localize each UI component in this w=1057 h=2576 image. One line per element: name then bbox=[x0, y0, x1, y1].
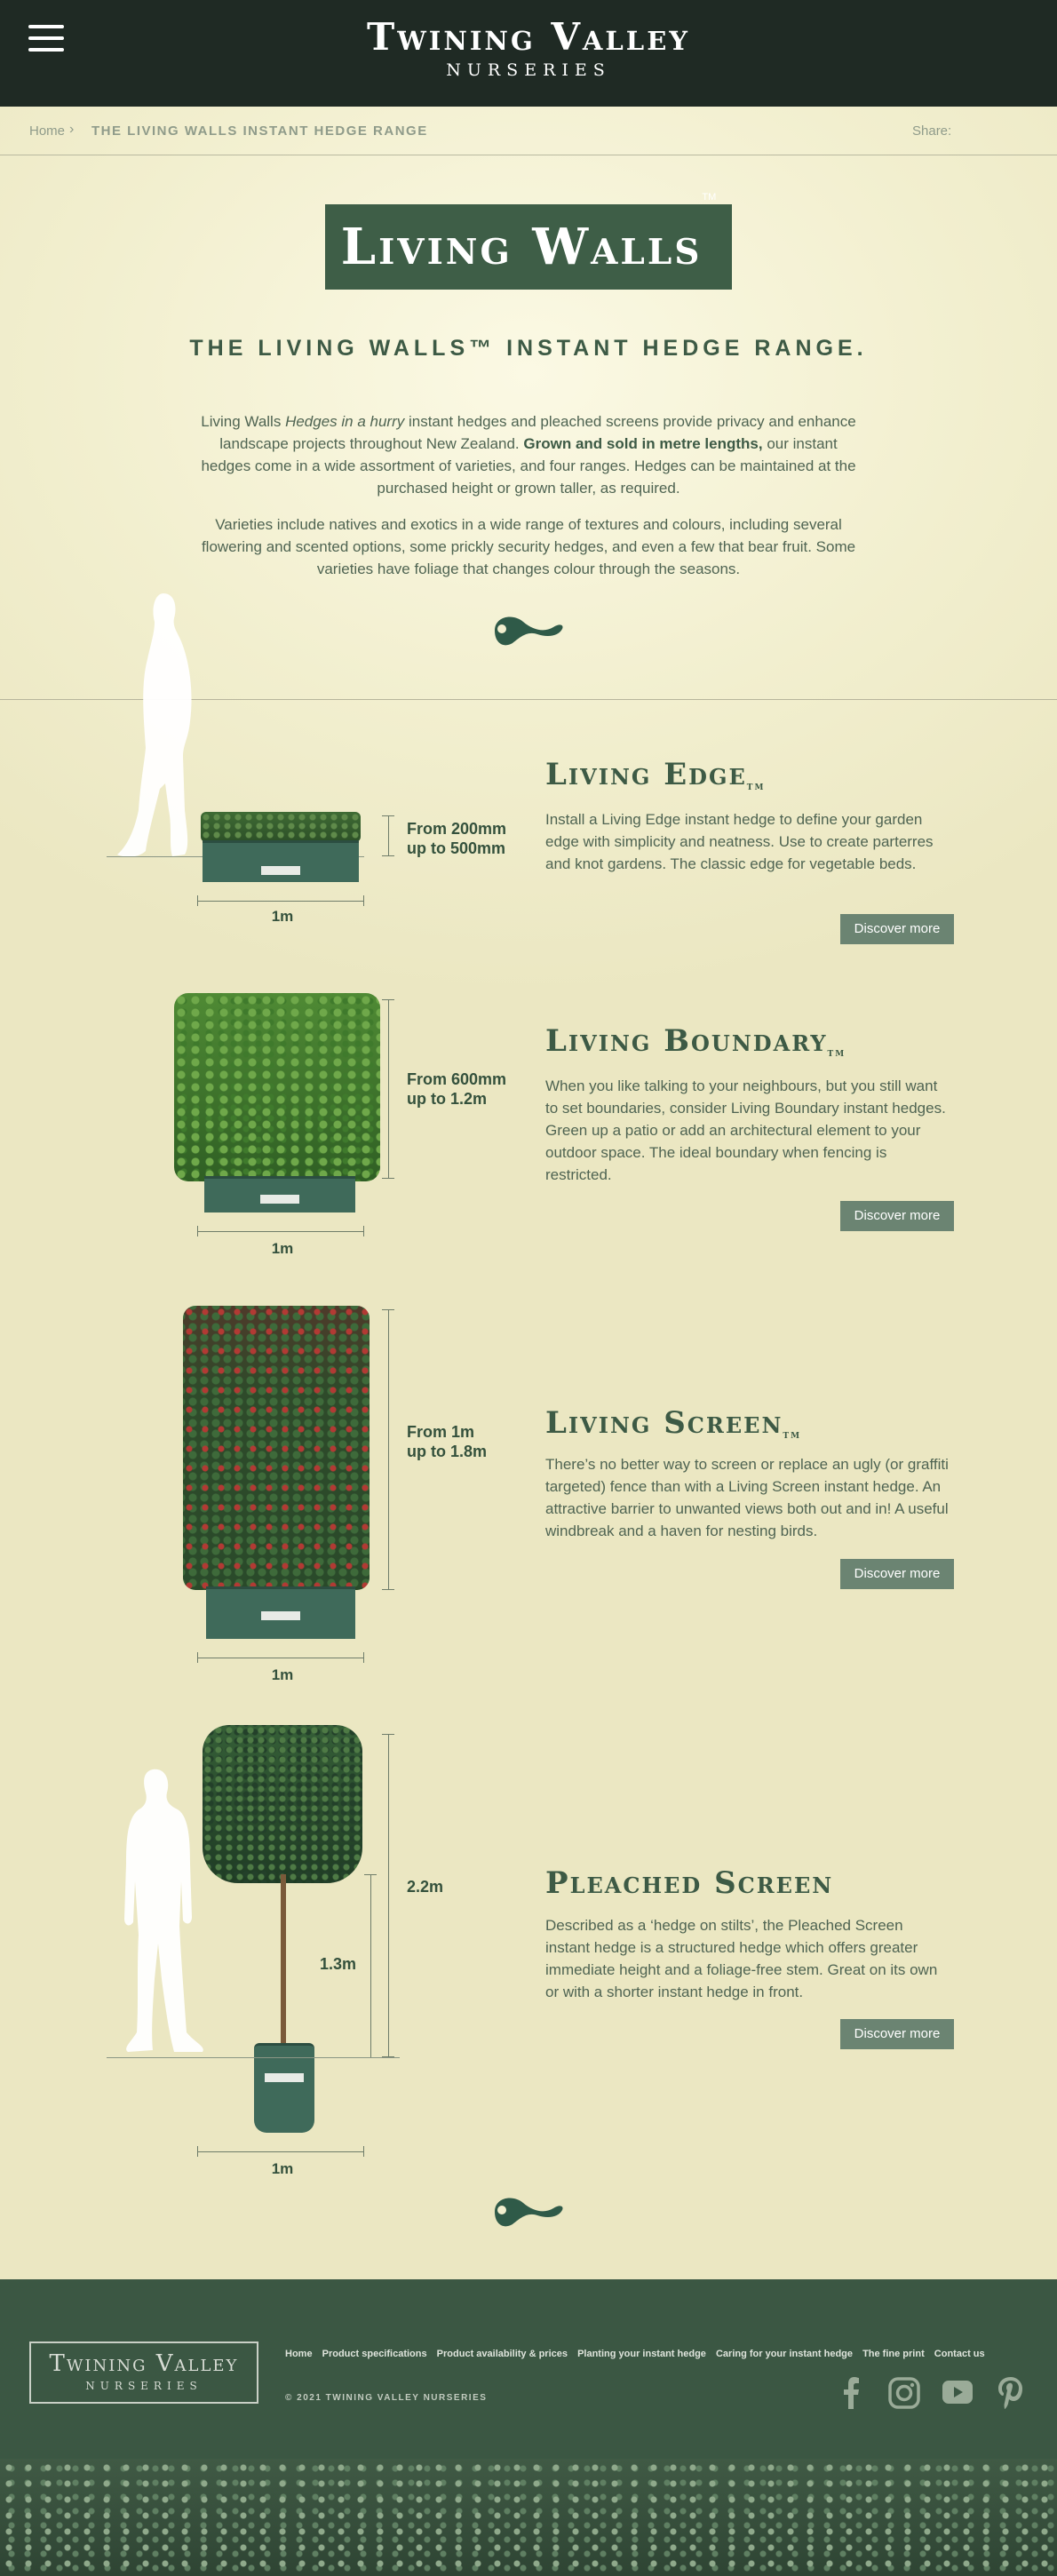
person-silhouette-icon bbox=[124, 1769, 203, 2052]
living-edge-planter bbox=[203, 840, 359, 882]
dimension-cap bbox=[382, 2056, 394, 2057]
dimension-cap bbox=[364, 1874, 377, 1875]
living-edge-height-label: From 200mm up to 500mm bbox=[407, 820, 507, 857]
pleached-screen-title: Pleached Screen bbox=[545, 1865, 834, 1901]
dimension-cap bbox=[363, 2146, 364, 2157]
footer-link-fine-print[interactable]: The fine print bbox=[862, 2349, 925, 2359]
living-edge-discover-button[interactable]: Discover more bbox=[840, 914, 954, 944]
dimension-cap bbox=[197, 1652, 198, 1663]
dimension-cap bbox=[382, 815, 394, 816]
pleached-screen-canopy-image bbox=[203, 1725, 362, 1883]
dimension-cap bbox=[363, 1226, 364, 1236]
footer-link-product-specifications[interactable]: Product specifications bbox=[322, 2349, 427, 2359]
footer-logo[interactable]: Twining Valley NURSERIES bbox=[29, 2341, 258, 2404]
banner-title: Living Walls bbox=[340, 218, 703, 276]
pleached-screen-description: Described as a ‘hedge on stilts’, the Pl… bbox=[545, 1917, 938, 2000]
swirl-ornament-icon bbox=[495, 616, 563, 646]
width-dimension-line bbox=[197, 901, 364, 902]
dimension-cap bbox=[197, 1226, 198, 1236]
footer-link-availability-prices[interactable]: Product availability & prices bbox=[437, 2349, 568, 2359]
living-boundary-title: Living BoundaryTM bbox=[545, 1023, 846, 1059]
height-dimension-line bbox=[388, 815, 389, 856]
copyright-text: © 2021 TWINING VALLEY NURSERIES bbox=[285, 2393, 488, 2403]
intro-text: Living Walls Hedges in a hurry instant h… bbox=[195, 410, 862, 594]
logo-sub-text: NURSERIES bbox=[446, 60, 611, 80]
planter-tag bbox=[261, 866, 300, 875]
dimension-cap bbox=[382, 1178, 394, 1179]
living-boundary-discover-button[interactable]: Discover more bbox=[840, 1201, 954, 1231]
planter-tag bbox=[265, 2073, 304, 2082]
footer-hedge-image bbox=[0, 2459, 1057, 2576]
living-edge-description: Install a Living Edge instant hedge to d… bbox=[545, 811, 934, 872]
living-screen-hedge-image bbox=[183, 1306, 370, 1590]
living-screen-width-label: 1m bbox=[271, 1666, 294, 1683]
pleached-total-height-label: 2.2m bbox=[407, 1878, 444, 1896]
dimension-cap bbox=[197, 2146, 198, 2157]
living-walls-banner: Living Walls TM bbox=[325, 192, 732, 290]
intro-paragraph-2: Varieties include natives and exotics in… bbox=[201, 516, 856, 577]
living-boundary-hedge-image bbox=[174, 993, 380, 1181]
planter-tag bbox=[261, 1611, 300, 1620]
dimension-cap bbox=[382, 1734, 394, 1735]
banner-tm: TM bbox=[702, 192, 717, 203]
living-screen-description: There’s no better way to screen or repla… bbox=[545, 1456, 949, 1539]
dimension-cap bbox=[382, 1589, 394, 1590]
footer-nav: Home Product specifications Product avai… bbox=[285, 2349, 992, 2359]
footer-link-contact[interactable]: Contact us bbox=[934, 2349, 985, 2359]
width-dimension-line bbox=[197, 1231, 364, 1232]
breadcrumb: Home › THE LIVING WALLS INSTANT HEDGE RA… bbox=[0, 107, 1057, 155]
planter-tag bbox=[260, 1195, 299, 1204]
height-dimension-line bbox=[388, 1734, 389, 2057]
breadcrumb-current: THE LIVING WALLS INSTANT HEDGE RANGE bbox=[91, 123, 428, 139]
height-dimension-line bbox=[388, 1309, 389, 1590]
site-logo[interactable]: Twining Valley NURSERIES bbox=[351, 16, 706, 82]
breadcrumb-separator: › bbox=[69, 122, 75, 137]
person-silhouette-icon bbox=[117, 593, 192, 857]
footer-link-caring[interactable]: Caring for your instant hedge bbox=[716, 2349, 853, 2359]
footer-logo-sub-text: NURSERIES bbox=[85, 2380, 203, 2392]
breadcrumb-home-link[interactable]: Home bbox=[29, 123, 65, 139]
footer-logo-main-text: Twining Valley bbox=[49, 2350, 239, 2377]
pleached-stem-height-label: 1.3m bbox=[320, 1955, 357, 1973]
pleached-screen-discover-button[interactable]: Discover more bbox=[840, 2019, 954, 2049]
living-edge-hedge-image bbox=[201, 812, 361, 842]
pinterest-icon[interactable] bbox=[998, 2377, 1023, 2409]
living-boundary-width-label: 1m bbox=[271, 1240, 294, 1257]
share-label: Share: bbox=[912, 123, 952, 139]
swirl-ornament-icon bbox=[495, 2198, 563, 2227]
stem-height-dimension-line bbox=[370, 1874, 371, 2057]
site-header: Twining Valley NURSERIES bbox=[0, 0, 1057, 107]
logo-main-text: Twining Valley bbox=[366, 15, 691, 59]
dimension-cap bbox=[382, 999, 394, 1000]
page: Twining Valley NURSERIES Home › THE LIVI… bbox=[0, 0, 1057, 2576]
dimension-cap bbox=[363, 895, 364, 906]
hamburger-menu-icon[interactable] bbox=[28, 25, 64, 52]
living-edge-title: Living EdgeTM bbox=[545, 757, 766, 792]
dimension-cap bbox=[382, 1309, 394, 1310]
dimension-cap bbox=[382, 855, 394, 856]
height-dimension-line bbox=[388, 999, 389, 1179]
youtube-icon[interactable] bbox=[942, 2381, 973, 2404]
living-screen-title: Living ScreenTM bbox=[545, 1405, 802, 1441]
page-title: THE LIVING WALLS™ INSTANT HEDGE RANGE. bbox=[189, 336, 868, 361]
living-screen-discover-button[interactable]: Discover more bbox=[840, 1559, 954, 1589]
living-boundary-height-label: From 600mm up to 1.2m bbox=[407, 1070, 507, 1108]
dimension-cap bbox=[197, 895, 198, 906]
pleached-screen-stem bbox=[281, 1874, 286, 2048]
footer-link-home[interactable]: Home bbox=[285, 2349, 313, 2359]
width-dimension-line bbox=[197, 2151, 364, 2152]
ground-line bbox=[107, 2057, 400, 2058]
footer-link-planting[interactable]: Planting your instant hedge bbox=[577, 2349, 706, 2359]
dimension-cap bbox=[363, 1652, 364, 1663]
living-screen-height-label: From 1m up to 1.8m bbox=[407, 1423, 488, 1460]
living-edge-width-label: 1m bbox=[271, 908, 294, 925]
facebook-icon[interactable] bbox=[842, 2377, 860, 2409]
living-boundary-description: When you like talking to your neighbours… bbox=[545, 1077, 946, 1183]
instagram-icon[interactable] bbox=[888, 2377, 920, 2409]
intro-paragraph-1: Living Walls Hedges in a hurry instant h… bbox=[201, 413, 856, 497]
pleached-screen-width-label: 1m bbox=[271, 2160, 294, 2177]
